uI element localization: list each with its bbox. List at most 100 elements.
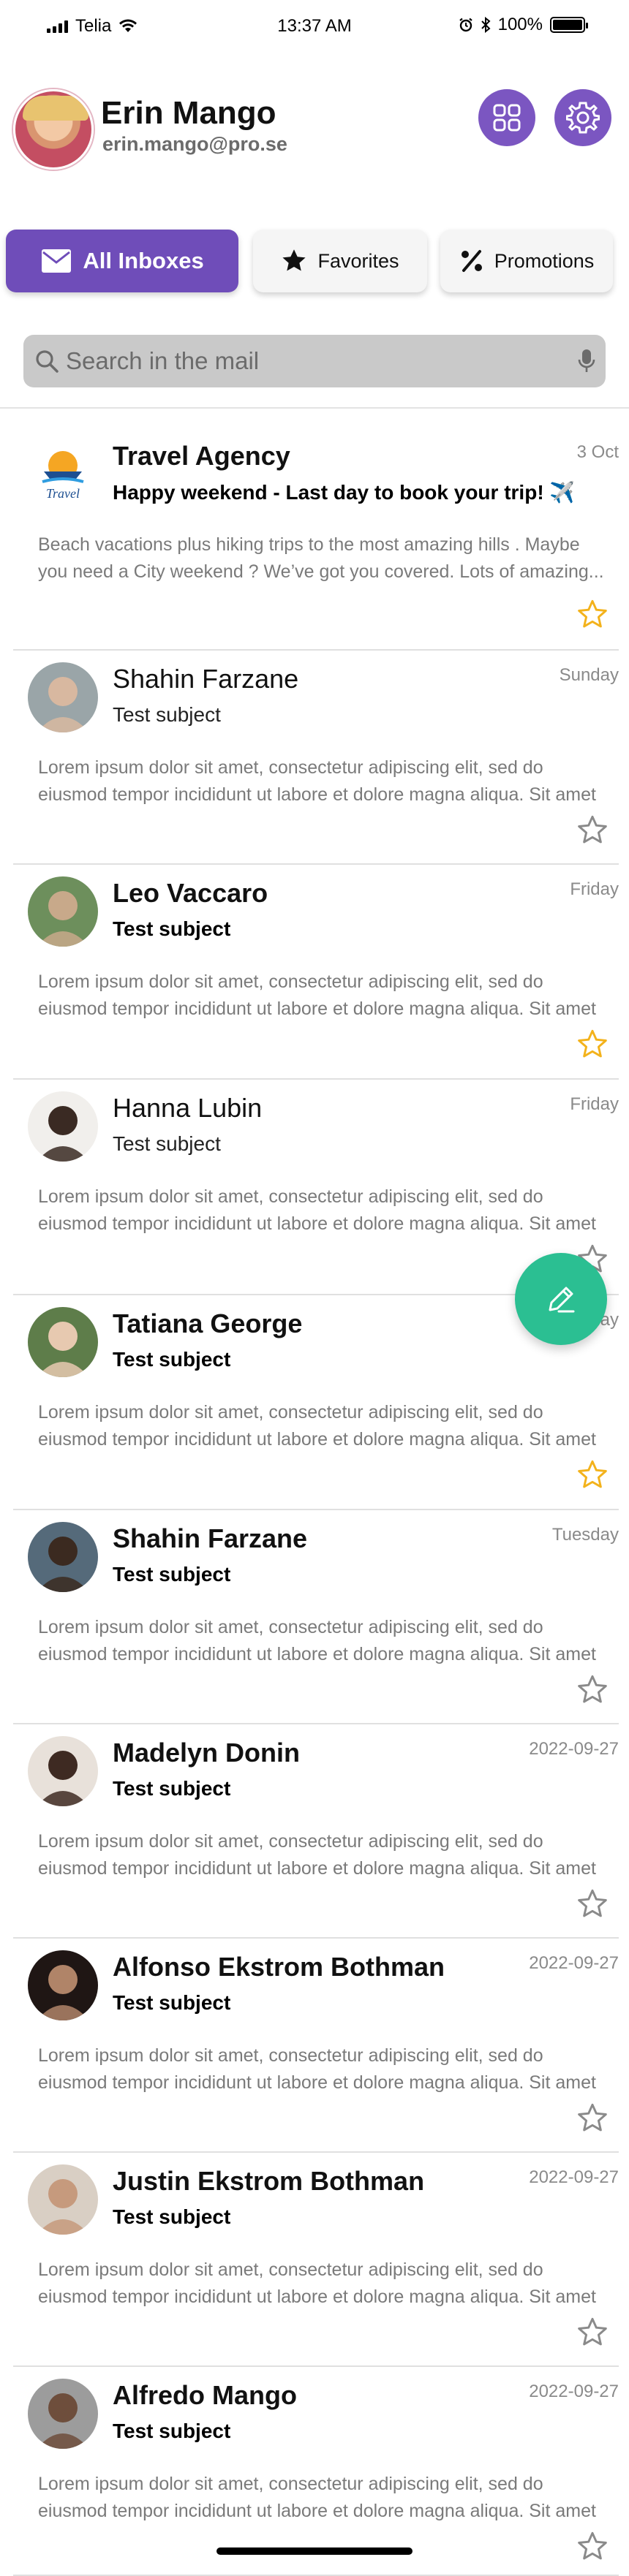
- status-bar: Telia 13:37 AM 100%: [0, 0, 629, 53]
- email-preview: Lorem ipsum dolor sit amet, consectetur …: [38, 2257, 613, 2311]
- email-preview-line: eiusmod tempor incididunt ut labore et d…: [38, 999, 596, 1019]
- email-date: Friday: [570, 1094, 619, 1114]
- email-sender: Justin Ekstrom Bothman: [113, 2166, 425, 2196]
- user-name: Erin Mango: [101, 95, 276, 131]
- email-preview-line: Lorem ipsum dolor sit amet, consectetur …: [38, 1617, 543, 1637]
- star-icon[interactable]: [576, 1028, 609, 1061]
- list-item[interactable]: Alfonso Ekstrom Bothman Test subject 2022-…: [13, 1939, 619, 2153]
- tab-label: All Inboxes: [83, 248, 204, 273]
- list-item[interactable]: Shahin Farzane Test subject Sunday Lorem ip…: [13, 651, 619, 865]
- list-item[interactable]: Shahin Farzane Test subject Tuesday Lorem i…: [13, 1510, 619, 1724]
- search-icon: [36, 350, 59, 373]
- bluetooth-icon: [481, 17, 491, 33]
- battery-percent: 100%: [497, 15, 543, 34]
- compose-pencil-icon: [549, 1287, 575, 1313]
- star-icon[interactable]: [576, 1459, 609, 1491]
- email-sender: Madelyn Donin: [113, 1738, 301, 1768]
- email-preview-line: Lorem ipsum dolor sit amet, consectetur …: [38, 2045, 543, 2066]
- status-right: 100%: [459, 15, 588, 35]
- user-email: erin.mango@pro.se: [102, 133, 287, 155]
- tab-label: Favorites: [317, 249, 399, 272]
- star-icon[interactable]: [576, 2102, 609, 2134]
- email-preview: Lorem ipsum dolor sit amet, consectetur …: [38, 1828, 613, 1882]
- email-subject: Test subject: [113, 2205, 231, 2228]
- email-preview-line: eiusmod tempor incididunt ut labore et d…: [38, 2501, 596, 2521]
- list-item[interactable]: Madelyn Donin Test subject 2022-09-27 Lorem…: [13, 1724, 619, 1939]
- microphone-icon[interactable]: [578, 348, 595, 374]
- email-preview: Lorem ipsum dolor sit amet, consectetur …: [38, 1399, 613, 1453]
- avatar: [28, 1091, 98, 1162]
- inbox-filter-tabs: All Inboxes Favorites Promotions: [6, 230, 623, 292]
- email-preview-line: Lorem ipsum dolor sit amet, consectetur …: [38, 1402, 543, 1423]
- email-sender: Leo Vaccaro: [113, 878, 268, 908]
- star-icon[interactable]: [576, 2316, 609, 2349]
- star-icon[interactable]: [576, 814, 609, 846]
- email-sender: Alfonso Ekstrom Bothman: [113, 1952, 445, 1982]
- avatar: [28, 1307, 98, 1377]
- grid-icon: [493, 104, 521, 132]
- email-preview-line: Lorem ipsum dolor sit amet, consectetur …: [38, 757, 543, 778]
- email-preview-line: Lorem ipsum dolor sit amet, consectetur …: [38, 971, 543, 992]
- tab-promotions[interactable]: Promotions: [440, 230, 613, 292]
- email-sender: Travel Agency: [113, 441, 290, 471]
- email-subject: Test subject: [113, 917, 231, 940]
- email-preview: Beach vacations plus hiking trips to the…: [38, 531, 613, 586]
- list-item[interactable]: Travel Travel Agency Happy weekend - Last …: [13, 428, 619, 651]
- compose-button[interactable]: [515, 1253, 607, 1345]
- email-preview-line: Lorem ipsum dolor sit amet, consectetur …: [38, 2259, 543, 2280]
- email-date: 3 Oct: [576, 442, 619, 462]
- profile-header: Erin Mango erin.mango@pro.se: [0, 82, 629, 170]
- avatar: [28, 876, 98, 947]
- star-icon[interactable]: [576, 1674, 609, 1706]
- avatar: [28, 1522, 98, 1592]
- search-bar: [23, 335, 606, 387]
- email-sender: Hanna Lubin: [113, 1093, 263, 1123]
- avatar[interactable]: [13, 89, 94, 170]
- email-date: 2022-09-27: [529, 2382, 619, 2401]
- email-date: 2022-09-27: [529, 2167, 619, 2187]
- email-sender: Shahin Farzane: [113, 1523, 308, 1553]
- email-subject: Test subject: [113, 1563, 231, 1586]
- avatar: [28, 1736, 98, 1806]
- tab-label: Promotions: [494, 249, 595, 272]
- email-sender: Tatiana George: [113, 1308, 303, 1338]
- tab-favorites[interactable]: Favorites: [253, 230, 427, 292]
- email-preview-line: Lorem ipsum dolor sit amet, consectetur …: [38, 1186, 543, 1207]
- email-subject: Test subject: [113, 1991, 231, 2014]
- settings-button[interactable]: [554, 89, 611, 146]
- star-icon[interactable]: [576, 2531, 609, 2563]
- email-subject: Test subject: [113, 703, 221, 726]
- list-item[interactable]: Justin Ekstrom Bothman Test subject 2022-0…: [13, 2153, 619, 2367]
- email-preview-line: eiusmod tempor incididunt ut labore et d…: [38, 1858, 596, 1879]
- list-item[interactable]: Alfredo Mango Test subject 2022-09-27 Lorem…: [13, 2367, 619, 2576]
- search-input[interactable]: [66, 335, 549, 387]
- mail-icon: [42, 249, 72, 273]
- email-preview-line: eiusmod tempor incididunt ut labore et d…: [38, 2287, 596, 2307]
- list-item[interactable]: Leo Vaccaro Test subject Friday Lorem ipsum…: [13, 865, 619, 1080]
- grid-button[interactable]: [478, 89, 535, 146]
- alarm-icon: [459, 18, 472, 32]
- email-date: Tuesday: [551, 1525, 619, 1545]
- avatar: [28, 1950, 98, 2020]
- list-item[interactable]: Hanna Lubin Test subject Friday Lorem ipsum…: [13, 1080, 619, 1295]
- avatar: [28, 2164, 98, 2235]
- home-indicator[interactable]: [216, 2547, 413, 2555]
- star-icon[interactable]: [576, 1888, 609, 1920]
- email-preview-line: eiusmod tempor incididunt ut labore et d…: [38, 1644, 596, 1664]
- svg-text:Travel: Travel: [46, 486, 80, 501]
- email-preview-line: you need a City weekend ? We’ve got you …: [38, 561, 604, 582]
- gear-icon: [566, 102, 600, 134]
- avatar: [28, 2379, 98, 2449]
- email-preview-line: eiusmod tempor incididunt ut labore et d…: [38, 2072, 596, 2093]
- email-preview-line: Beach vacations plus hiking trips to the…: [38, 534, 580, 555]
- star-icon[interactable]: [576, 599, 609, 631]
- email-preview-line: eiusmod tempor incididunt ut labore et d…: [38, 784, 596, 805]
- email-date: Sunday: [559, 665, 619, 685]
- tab-all-inboxes[interactable]: All Inboxes: [6, 230, 238, 292]
- email-subject: Test subject: [113, 1132, 221, 1155]
- email-preview: Lorem ipsum dolor sit amet, consectetur …: [38, 2042, 613, 2096]
- email-subject: Test subject: [113, 1777, 231, 1800]
- email-preview: Lorem ipsum dolor sit amet, consectetur …: [38, 1614, 613, 1668]
- email-subject: Test subject: [113, 2420, 231, 2442]
- percent-icon: [461, 250, 482, 272]
